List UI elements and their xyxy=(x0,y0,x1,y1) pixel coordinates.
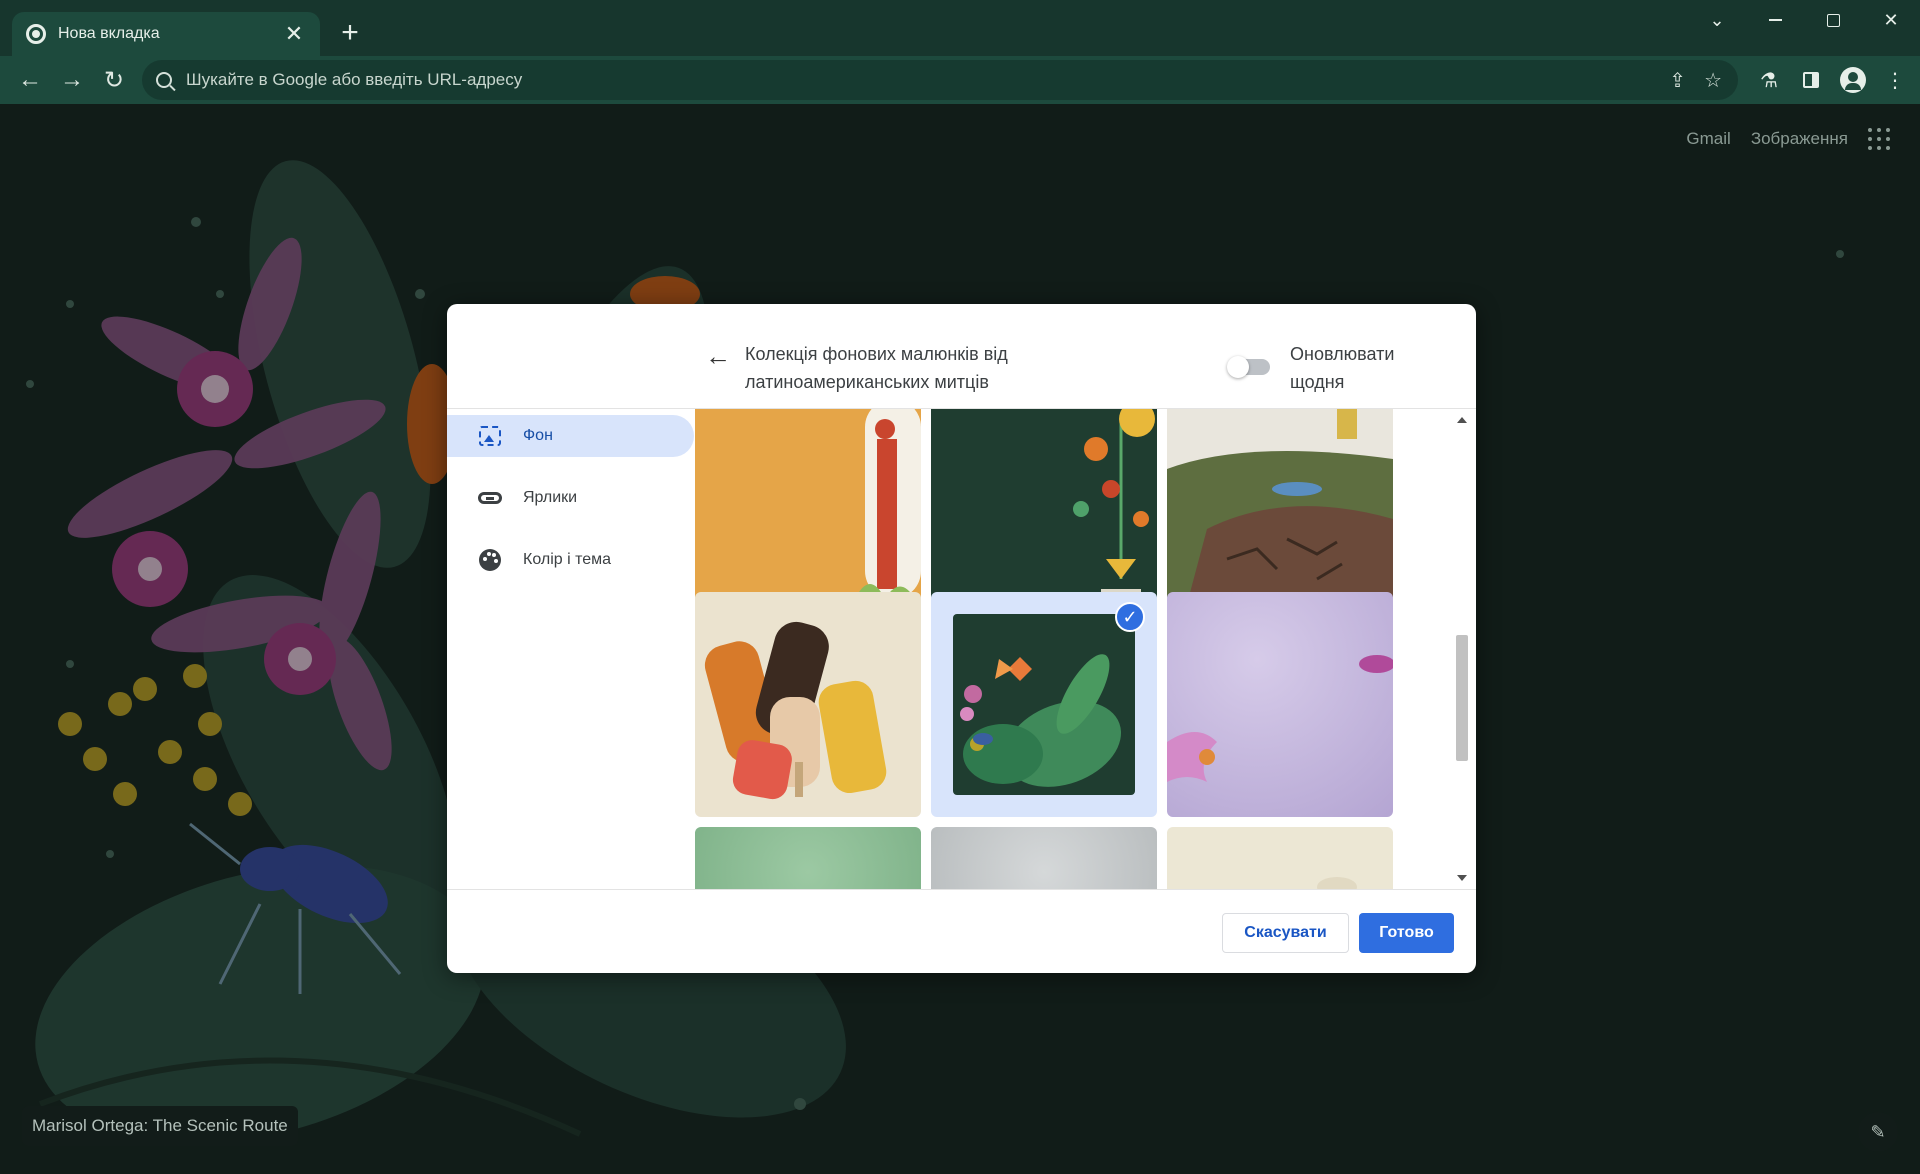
window-controls: ⌄ ✕ xyxy=(1688,0,1920,40)
maximize-button[interactable] xyxy=(1804,0,1862,40)
collection-title: Колекція фонових малюнків від латиноамер… xyxy=(745,344,1008,392)
forward-icon[interactable]: → xyxy=(52,60,92,100)
tab-strip: Нова вкладка ✕ + ⌄ ✕ xyxy=(0,0,1920,56)
customize-pencil-icon[interactable]: ✎ xyxy=(1858,1112,1898,1152)
selected-check-icon: ✓ xyxy=(1115,602,1145,632)
tab-new-tab[interactable]: Нова вкладка ✕ xyxy=(12,12,320,56)
sidebar-item-background[interactable]: Фон xyxy=(447,415,694,457)
ntp-header: Gmail Зображення xyxy=(1686,128,1890,150)
back-arrow-icon[interactable]: ← xyxy=(703,341,733,371)
images-link[interactable]: Зображення xyxy=(1751,129,1848,149)
omnibox[interactable]: ⇪ ☆ xyxy=(142,60,1738,100)
wallpaper-tile-green[interactable] xyxy=(695,827,921,889)
sidebar-item-color-theme[interactable]: Колір і тема xyxy=(447,539,694,581)
toolbar: ← → ↻ ⇪ ☆ ⚗ ⋮ xyxy=(0,56,1920,104)
wallpaper-tile-lavender[interactable] xyxy=(1167,592,1393,817)
google-apps-icon[interactable] xyxy=(1868,128,1890,150)
scroll-thumb[interactable] xyxy=(1456,635,1468,761)
labs-flask-icon[interactable]: ⚗ xyxy=(1752,63,1786,97)
tab-title: Нова вкладка xyxy=(58,25,160,42)
dialog-footer: Скасувати Готово xyxy=(447,889,1476,973)
share-icon[interactable]: ⇪ xyxy=(1669,68,1686,93)
link-icon xyxy=(478,492,502,504)
menu-kebab-icon[interactable]: ⋮ xyxy=(1878,63,1912,97)
reload-icon[interactable]: ↻ xyxy=(94,60,134,100)
cancel-button[interactable]: Скасувати xyxy=(1222,913,1349,953)
wallpaper-tile-scenic-route[interactable]: ✓ xyxy=(931,592,1157,817)
bookmark-star-icon[interactable]: ☆ xyxy=(1704,68,1722,93)
chrome-icon xyxy=(26,24,46,44)
profile-button[interactable] xyxy=(1836,63,1870,97)
background-attribution[interactable]: Marisol Ortega: The Scenic Route xyxy=(22,1106,298,1146)
wallpaper-tile-orange-mirror[interactable] xyxy=(695,409,921,604)
wallpaper-grid-scrollbar[interactable] xyxy=(1453,409,1471,889)
avatar-icon xyxy=(1840,67,1866,93)
browser-chrome: Нова вкладка ✕ + ⌄ ✕ ← → ↻ ⇪ ☆ ⚗ ⋮ xyxy=(0,0,1920,104)
selected-wallpaper-thumbnail xyxy=(953,614,1135,795)
back-icon[interactable]: ← xyxy=(10,60,50,100)
dialog-sidebar: Фон Ярлики Колір і тема xyxy=(447,409,694,601)
customize-dialog: ← Колекція фонових малюнків від латиноам… xyxy=(447,304,1476,973)
wallpaper-tile-cracked-earth[interactable] xyxy=(1167,409,1393,604)
sidebar-item-label: Ярлики xyxy=(523,489,578,506)
gmail-link[interactable]: Gmail xyxy=(1686,129,1730,149)
sidebar-item-label: Фон xyxy=(523,427,553,444)
new-tab-button[interactable]: + xyxy=(334,18,366,50)
minimize-button[interactable] xyxy=(1746,0,1804,40)
tab-search-icon[interactable]: ⌄ xyxy=(1688,0,1746,40)
wallpaper-icon xyxy=(479,426,501,446)
close-window-button[interactable]: ✕ xyxy=(1862,0,1920,40)
wallpaper-grid: ✓ xyxy=(692,409,1476,889)
refresh-daily-toggle[interactable] xyxy=(1227,356,1270,378)
scroll-down-icon[interactable] xyxy=(1457,875,1467,881)
wallpaper-tile-ice-pops[interactable] xyxy=(695,592,921,817)
scroll-up-icon[interactable] xyxy=(1457,417,1467,423)
refresh-daily-label: Оновлювати щодня xyxy=(1290,344,1395,392)
done-button[interactable]: Готово xyxy=(1359,913,1454,953)
sidebar-item-shortcuts[interactable]: Ярлики xyxy=(447,477,694,519)
wallpaper-tile-folk-flowers[interactable] xyxy=(931,409,1157,604)
side-panel-button[interactable] xyxy=(1794,63,1828,97)
dialog-header: ← Колекція фонових малюнків від латиноам… xyxy=(447,304,1476,409)
side-panel-icon xyxy=(1803,72,1819,88)
palette-icon xyxy=(479,549,501,571)
omnibox-input[interactable] xyxy=(186,70,1586,90)
wallpaper-tile-grey[interactable] xyxy=(931,827,1157,889)
wallpaper-tile-cream[interactable] xyxy=(1167,827,1393,889)
close-tab-icon[interactable]: ✕ xyxy=(282,21,306,47)
search-icon xyxy=(156,72,172,88)
sidebar-item-label: Колір і тема xyxy=(523,551,612,568)
